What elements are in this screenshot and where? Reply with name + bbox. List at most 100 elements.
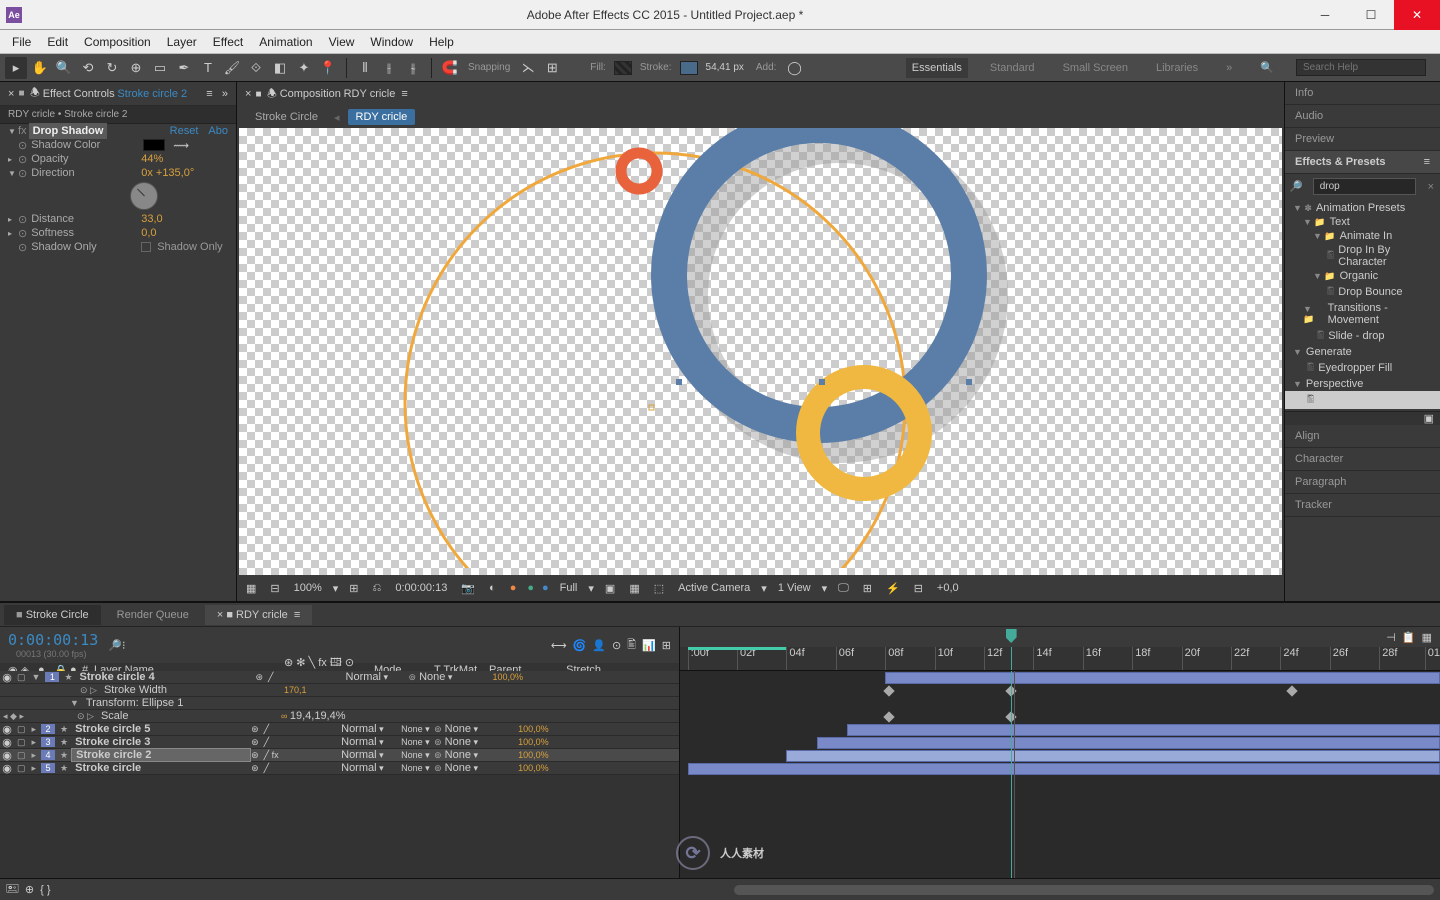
menu-help[interactable]: Help (421, 35, 462, 49)
ep-search-input[interactable] (1313, 178, 1416, 195)
tree-anim-presets[interactable]: ▼ ✽Animation Presets (1285, 201, 1440, 215)
pixel-icon[interactable]: ⊞ (860, 582, 875, 595)
snap-icon[interactable]: 🧲 (439, 57, 461, 79)
zoom-slider[interactable] (734, 885, 1434, 895)
views[interactable]: 1 View (775, 582, 814, 594)
clear-icon[interactable]: × (1422, 181, 1440, 193)
workspace-smallscreen[interactable]: Small Screen (1057, 58, 1134, 78)
tree-perspective[interactable]: ▼Perspective (1285, 377, 1440, 391)
timeline-icon[interactable]: ⊟ (911, 582, 926, 595)
grid-icon[interactable]: ▦ (243, 582, 259, 595)
tree-animate-in[interactable]: ▼ 📁Animate In (1285, 229, 1440, 243)
info-panel[interactable]: Info (1285, 82, 1440, 105)
menu-effect[interactable]: Effect (205, 35, 251, 49)
menu-view[interactable]: View (321, 35, 363, 49)
minimize-button[interactable]: ─ (1302, 0, 1348, 30)
pen-tool[interactable]: ✒ (173, 57, 195, 79)
tl-opt1-icon[interactable]: ⟷ (551, 639, 567, 652)
workspace-libraries[interactable]: Libraries (1150, 58, 1204, 78)
text-tool[interactable]: T (197, 57, 219, 79)
tl-opt7-icon[interactable]: ⊞ (662, 639, 671, 652)
camera[interactable]: Active Camera (675, 582, 753, 594)
3d-icon[interactable]: ⬚ (651, 582, 667, 595)
tl-tab-rdy[interactable]: × ■ RDY cricle ≡ (205, 605, 312, 625)
zoom-tool[interactable]: 🔍 (53, 57, 75, 79)
prop-shadow-color[interactable]: ⊙Shadow Color⟿ (0, 138, 236, 152)
tracker-panel[interactable]: Tracker (1285, 494, 1440, 517)
tl-opt-a[interactable]: ⊣ (1386, 631, 1396, 644)
menu-animation[interactable]: Animation (251, 35, 320, 49)
share-icon[interactable]: 🖵 (835, 582, 852, 595)
timecode[interactable]: 0:00:00:13 (8, 631, 98, 649)
exposure[interactable]: +0,0 (934, 582, 962, 594)
tl-opt2-icon[interactable]: 🌀 (573, 639, 587, 652)
character-panel[interactable]: Character (1285, 448, 1440, 471)
comp-flow-icon[interactable]: ⊟ (267, 582, 282, 595)
layer-4[interactable]: ◉▢▸4★Stroke circle 2⊛ ╱ fxNormal ▾None ▾… (0, 749, 679, 762)
roi-icon[interactable]: ▣ (602, 582, 618, 595)
snap-opt1-icon[interactable]: ⋋ (517, 57, 539, 79)
view-axis-icon[interactable]: ⫳ (402, 57, 424, 79)
prop-direction[interactable]: ▼⊙Direction0x +135,0° (0, 166, 236, 180)
transp-icon[interactable]: ▦ (626, 582, 642, 595)
tl-opt-b[interactable]: 📋 (1402, 631, 1416, 644)
local-axis-icon[interactable]: ⫲ (378, 57, 400, 79)
audio-panel[interactable]: Audio (1285, 105, 1440, 128)
time-nav-icon[interactable]: ⎌ (370, 582, 385, 595)
puppet-tool[interactable]: 📍 (317, 57, 339, 79)
channel-icon[interactable]: ◐ (486, 582, 499, 594)
effect-controls-tab[interactable]: ×■ 🕭 Effect Controls Stroke circle 2 ≡ » (0, 82, 236, 106)
timeline-tracks[interactable] (680, 671, 1440, 878)
toggle-modes-icon[interactable]: ⊕ (25, 883, 34, 896)
tree-slide-drop[interactable]: 🖺Slide - drop (1285, 327, 1440, 345)
tl-opt5-icon[interactable]: 🖺 (627, 636, 636, 655)
eraser-tool[interactable]: ◧ (269, 57, 291, 79)
preview-panel[interactable]: Preview (1285, 128, 1440, 151)
menu-edit[interactable]: Edit (39, 35, 76, 49)
tree-eyedropper[interactable]: 🖺Eyedropper Fill (1285, 359, 1440, 377)
stroke-width[interactable]: 54,41 px (706, 62, 744, 73)
brush-tool[interactable]: 🖌 (221, 57, 243, 79)
layer-5[interactable]: ◉▢▸5★Stroke circle⊛ ╱Normal ▾None ▾⊚None… (0, 762, 679, 775)
close-button[interactable]: ✕ (1394, 0, 1440, 30)
prop-opacity[interactable]: ▸⊙Opacity44% (0, 152, 236, 166)
stroke-swatch[interactable] (680, 61, 698, 75)
tree-drop-in[interactable]: 🖺Drop In By Character (1285, 243, 1440, 269)
clone-tool[interactable]: ⟐ (245, 57, 267, 79)
effects-presets-panel[interactable]: Effects & Presets≡ (1285, 151, 1440, 174)
menu-window[interactable]: Window (362, 35, 421, 49)
menu-layer[interactable]: Layer (159, 35, 205, 49)
timeline-search-icon[interactable]: 🔎⁝ (108, 639, 125, 652)
tl-graph-icon[interactable]: 📊 (642, 639, 656, 652)
tree-drop-bounce[interactable]: 🖺Drop Bounce (1285, 283, 1440, 301)
time-display[interactable]: 0:00:00:13 (392, 582, 450, 594)
tl-opt4-icon[interactable]: ⊙ (612, 639, 621, 652)
tree-text[interactable]: ▼ 📁Text (1285, 215, 1440, 229)
playhead[interactable] (1011, 647, 1012, 670)
anchor-tool[interactable]: ⊕ (125, 57, 147, 79)
direction-dial[interactable] (130, 182, 158, 210)
menu-file[interactable]: File (4, 35, 39, 49)
res-icon[interactable]: ⊞ (346, 582, 361, 595)
search-input[interactable] (1296, 59, 1426, 76)
prop-distance[interactable]: ▸⊙Distance33,0 (0, 212, 236, 226)
axis-icon[interactable]: ⫴ (354, 57, 376, 79)
tree-transitions[interactable]: ▼ 📁Transitions - Movement (1285, 301, 1440, 327)
orbit-tool[interactable]: ⟲ (77, 57, 99, 79)
composition-viewer[interactable] (239, 128, 1282, 575)
tree-drop-shadow[interactable]: 🖺Drop Shadow (1285, 391, 1440, 409)
prop-softness[interactable]: ▸⊙Softness0,0 (0, 226, 236, 240)
tl-tab-render[interactable]: Render Queue (105, 605, 201, 625)
hand-tool[interactable]: ✋ (29, 57, 51, 79)
crumb-rdy[interactable]: RDY cricle (348, 109, 416, 125)
paragraph-panel[interactable]: Paragraph (1285, 471, 1440, 494)
fast-prev-icon[interactable]: ⚡ (883, 582, 903, 595)
reset-link[interactable]: Reset (170, 125, 199, 137)
align-panel[interactable]: Align (1285, 425, 1440, 448)
toggle-brackets-icon[interactable]: { } (40, 884, 50, 896)
snapshot-icon[interactable]: 📷 (458, 582, 478, 595)
layer-1-strokewidth[interactable]: ⊙ ▷Stroke Width170,1 (0, 684, 679, 697)
crumb-stroke-circle[interactable]: Stroke Circle (247, 109, 326, 125)
prop-shadow-only[interactable]: ⊙Shadow OnlyShadow Only (0, 240, 236, 254)
rect-tool[interactable]: ▭ (149, 57, 171, 79)
